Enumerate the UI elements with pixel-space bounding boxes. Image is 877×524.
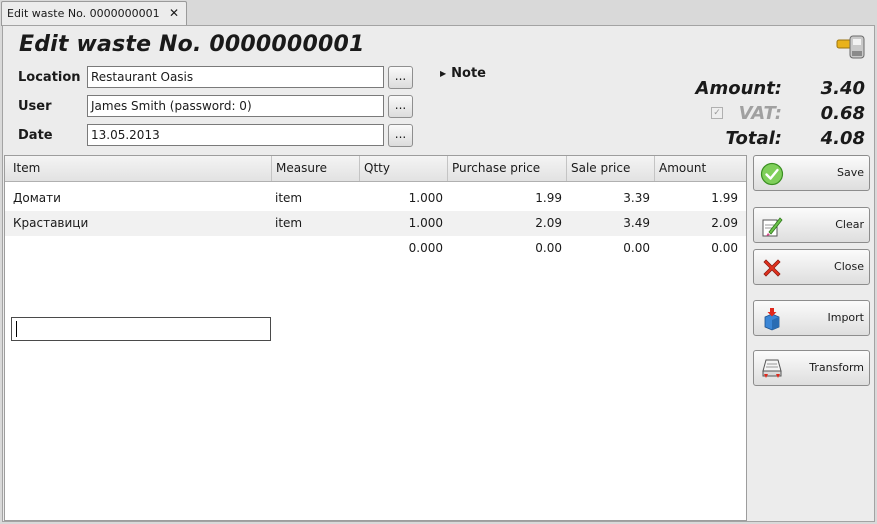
tab-bar: Edit waste No. 0000000001 ✕ (0, 0, 877, 26)
cell-purchase-price: 1.99 (535, 191, 562, 205)
transform-label: Transform (809, 361, 864, 374)
clear-button[interactable]: Clear (753, 207, 870, 243)
items-grid: Item Measure Qtty Purchase price Sale pr… (4, 155, 747, 521)
grid-header: Item Measure Qtty Purchase price Sale pr… (5, 156, 746, 182)
note-expander[interactable]: ▶ Note (440, 66, 486, 81)
close-icon[interactable]: ✕ (169, 2, 179, 25)
cell-measure: item (275, 191, 303, 205)
note-label: Note (451, 66, 486, 81)
cell-sale-price: 3.49 (623, 216, 650, 230)
close-label: Close (834, 260, 864, 273)
cell-amount: 1.99 (711, 191, 738, 205)
location-label: Location (18, 70, 81, 85)
clear-label: Clear (835, 218, 864, 231)
red-x-icon (763, 259, 781, 277)
user-browse-button[interactable]: ... (388, 95, 413, 118)
cell-sale-price: 0.00 (623, 241, 650, 255)
table-row[interactable]: Краставици item 1.000 2.09 3.49 2.09 (5, 211, 746, 236)
user-field[interactable]: James Smith (password: 0) (87, 95, 384, 117)
cell-purchase-price: 2.09 (535, 216, 562, 230)
column-header-item[interactable]: Item (9, 156, 272, 181)
vat-label: VAT: (738, 103, 782, 124)
cell-item: Краставици (13, 216, 89, 230)
cell-amount: 0.00 (711, 241, 738, 255)
location-browse-button[interactable]: ... (388, 66, 413, 89)
transform-button[interactable]: Transform (753, 350, 870, 386)
table-row[interactable]: 0.000 0.00 0.00 0.00 (5, 236, 746, 341)
vat-value: 0.68 (820, 103, 865, 124)
stamp-icon (836, 35, 865, 59)
import-label: Import (827, 311, 864, 324)
cell-qtty: 1.000 (408, 191, 443, 205)
cell-qtty: 0.000 (408, 241, 443, 255)
cell-purchase-price: 0.00 (535, 241, 562, 255)
text-caret (16, 321, 17, 337)
user-label: User (18, 99, 52, 114)
eraser-icon (762, 217, 783, 237)
cell-sale-price: 3.39 (623, 191, 650, 205)
column-header-purchase-price[interactable]: Purchase price (448, 156, 567, 181)
date-browse-button[interactable]: ... (388, 124, 413, 147)
check-circle-icon (760, 162, 784, 186)
location-field[interactable]: Restaurant Oasis (87, 66, 384, 88)
box-import-icon (764, 308, 780, 331)
table-row[interactable]: Домати item 1.000 1.99 3.39 1.99 (5, 186, 746, 211)
cell-amount: 2.09 (711, 216, 738, 230)
expander-arrow-icon: ▶ (440, 69, 447, 78)
column-header-amount[interactable]: Amount (655, 156, 746, 181)
total-label: Total: (725, 128, 782, 149)
date-field[interactable]: 13.05.2013 (87, 124, 384, 146)
tab-edit-waste[interactable]: Edit waste No. 0000000001 ✕ (1, 1, 187, 26)
column-header-sale-price[interactable]: Sale price (567, 156, 655, 181)
page-title: Edit waste No. 0000000001 (19, 32, 365, 57)
column-header-qtty[interactable]: Qtty (360, 156, 448, 181)
tab-label: Edit waste No. 0000000001 (7, 7, 160, 20)
cell-measure: item (275, 216, 303, 230)
cell-qtty: 1.000 (408, 216, 443, 230)
vat-checkbox[interactable]: ✓ (711, 107, 723, 119)
total-value: 4.08 (820, 128, 865, 149)
close-button[interactable]: Close (753, 249, 870, 285)
cell-item: Домати (13, 191, 61, 205)
import-button[interactable]: Import (753, 300, 870, 336)
save-label: Save (836, 166, 864, 179)
item-edit-input[interactable] (11, 317, 271, 341)
save-button[interactable]: Save (753, 155, 870, 191)
date-label: Date (18, 128, 53, 143)
amount-value: 3.40 (820, 78, 865, 99)
amount-label: Amount: (695, 78, 782, 99)
column-header-measure[interactable]: Measure (272, 156, 360, 181)
transform-icon (762, 359, 782, 378)
